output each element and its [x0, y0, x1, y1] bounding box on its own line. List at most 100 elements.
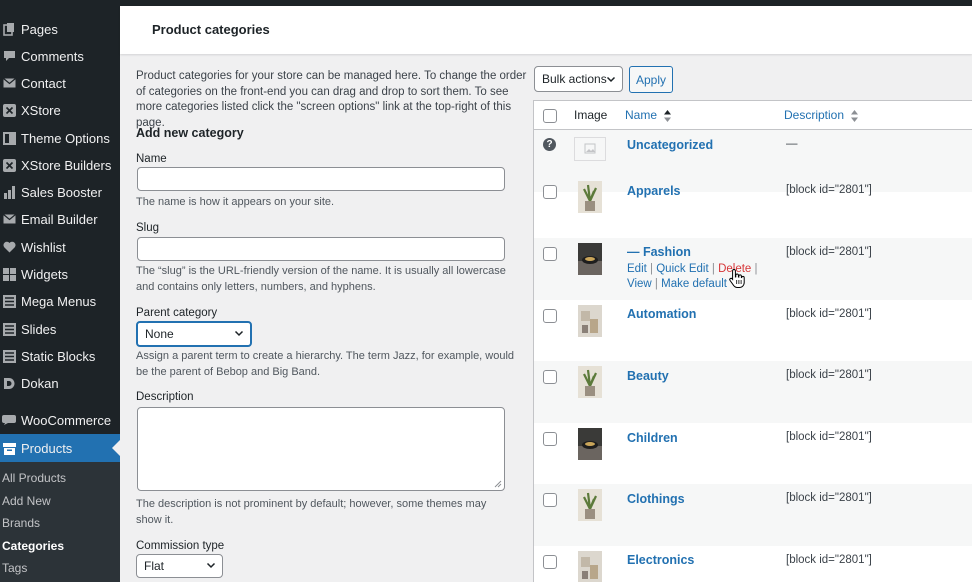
category-name-link[interactable]: — Fashion: [627, 245, 691, 259]
commission-type-select[interactable]: Flat: [136, 554, 223, 578]
category-name-link[interactable]: Beauty: [627, 369, 669, 383]
table-row: Beauty [block id="2801"]: [534, 361, 972, 423]
comments-icon: [2, 49, 16, 63]
categories-table: Image Name Description ? Uncategorized —…: [533, 100, 972, 582]
make-default-link[interactable]: Make default: [661, 278, 727, 290]
sidebar-item-contact[interactable]: Contact: [0, 70, 120, 96]
column-header-description[interactable]: Description: [784, 108, 859, 122]
category-description: —: [786, 138, 798, 150]
category-name-link[interactable]: Uncategorized: [627, 138, 713, 152]
sidebar-item-label: Contact: [21, 75, 66, 91]
submenu-item-tags[interactable]: Tags: [2, 561, 27, 575]
slug-input[interactable]: [137, 237, 505, 261]
chevron-down-icon: [234, 330, 244, 337]
apply-button[interactable]: Apply: [629, 66, 673, 93]
dokan-icon: [2, 376, 16, 390]
column-header-name-label: Name: [625, 108, 658, 122]
page-title: Product categories: [152, 22, 270, 37]
table-row: Electronics [block id="2801"]: [534, 546, 972, 582]
separator: |: [711, 263, 715, 275]
row-checkbox[interactable]: [543, 493, 557, 507]
category-thumbnail-cooking: [578, 428, 602, 460]
row-checkbox[interactable]: [543, 555, 557, 569]
submenu-item-all-products[interactable]: All Products: [2, 471, 66, 485]
description-help-text: The description is not prominent by defa…: [136, 498, 487, 526]
commission-type-value: Flat: [144, 559, 165, 573]
category-thumbnail-cooking: [578, 243, 602, 275]
sidebar-item-woocommerce[interactable]: WooCommerce: [0, 407, 120, 433]
sidebar-item-mega-menus[interactable]: Mega Menus: [0, 288, 120, 314]
edit-link[interactable]: Edit: [627, 263, 647, 275]
select-all-checkbox[interactable]: [543, 109, 557, 123]
category-name-link[interactable]: Automation: [627, 307, 696, 321]
quick-edit-link[interactable]: Quick Edit: [656, 263, 708, 275]
view-link[interactable]: View: [627, 278, 652, 290]
category-name-link[interactable]: Clothings: [627, 492, 685, 506]
add-new-category-heading: Add new category: [136, 126, 244, 140]
sidebar-item-label: Slides: [21, 321, 57, 337]
submenu-item-add-new[interactable]: Add New: [2, 494, 51, 508]
sales-booster-icon: [2, 185, 16, 199]
category-name-link[interactable]: Electronics: [627, 553, 694, 567]
placeholder-image: [574, 137, 606, 161]
chevron-down-icon: [606, 76, 616, 83]
sidebar-item-slides[interactable]: Slides: [0, 316, 120, 342]
page-header: Product categories: [120, 6, 972, 54]
category-thumbnail-interior: [578, 551, 602, 582]
slug-help-text: The “slug” is the URL-friendly version o…: [136, 265, 506, 293]
description-label: Description: [136, 391, 194, 403]
bulk-actions-select[interactable]: Bulk actions: [534, 66, 623, 92]
sidebar-item-pages[interactable]: Pages: [0, 16, 120, 42]
category-thumbnail-plant: [578, 489, 602, 521]
submenu-item-brands[interactable]: Brands: [2, 516, 40, 530]
separator: |: [654, 278, 658, 290]
sidebar-item-label: Theme Options: [21, 130, 110, 146]
pages-icon: [2, 22, 16, 36]
sidebar-item-label: Pages: [21, 21, 58, 37]
parent-category-label: Parent category: [136, 307, 218, 319]
products-icon: [2, 441, 16, 455]
email-builder-icon: [2, 212, 16, 226]
name-input[interactable]: [137, 167, 505, 191]
sidebar-item-widgets[interactable]: Widgets: [0, 261, 120, 287]
row-checkbox[interactable]: [543, 432, 557, 446]
sidebar-item-label: Sales Booster: [21, 184, 102, 200]
sidebar-item-products[interactable]: Products: [0, 434, 120, 462]
column-header-name[interactable]: Name: [625, 108, 672, 122]
sidebar-item-label: Comments: [21, 48, 84, 64]
sidebar-item-email-builder[interactable]: Email Builder: [0, 206, 120, 232]
category-description: [block id="2801"]: [786, 308, 872, 320]
sidebar-item-theme-options[interactable]: Theme Options: [0, 125, 120, 151]
widgets-icon: [2, 267, 16, 281]
sidebar-item-xstore-builders[interactable]: XStore Builders: [0, 152, 120, 178]
category-name-link[interactable]: Children: [627, 431, 678, 445]
sidebar-item-dokan[interactable]: Dokan: [0, 370, 120, 396]
category-name-link[interactable]: Apparels: [627, 184, 681, 198]
separator: |: [650, 263, 654, 275]
category-description: [block id="2801"]: [786, 246, 872, 258]
submenu-item-categories[interactable]: Categories: [2, 539, 64, 553]
row-checkbox[interactable]: [543, 247, 557, 261]
sidebar-item-static-blocks[interactable]: Static Blocks: [0, 343, 120, 369]
row-checkbox[interactable]: [543, 185, 557, 199]
description-textarea[interactable]: [137, 407, 505, 491]
sidebar-item-label: Products: [21, 440, 73, 456]
parent-category-value: None: [145, 327, 174, 341]
resize-grip-icon[interactable]: [494, 480, 502, 488]
sidebar-item-label: Email Builder: [21, 211, 98, 227]
sidebar-item-comments[interactable]: Comments: [0, 43, 120, 69]
sidebar-item-sales-booster[interactable]: Sales Booster: [0, 179, 120, 205]
slug-label: Slug: [136, 222, 160, 234]
table-row: Children [block id="2801"]: [534, 423, 972, 485]
sidebar-item-xstore[interactable]: XStore: [0, 97, 120, 123]
sort-icon: [851, 109, 859, 122]
theme-options-icon: [2, 131, 16, 145]
row-checkbox[interactable]: [543, 309, 557, 323]
column-header-image: Image: [574, 108, 608, 122]
help-icon[interactable]: ?: [543, 138, 556, 151]
parent-category-select[interactable]: None: [136, 321, 252, 347]
row-actions-secondary: View | Make default: [627, 278, 727, 290]
row-checkbox[interactable]: [543, 370, 557, 384]
sidebar-item-wishlist[interactable]: Wishlist: [0, 234, 120, 260]
category-thumbnail-plant: [578, 366, 602, 398]
